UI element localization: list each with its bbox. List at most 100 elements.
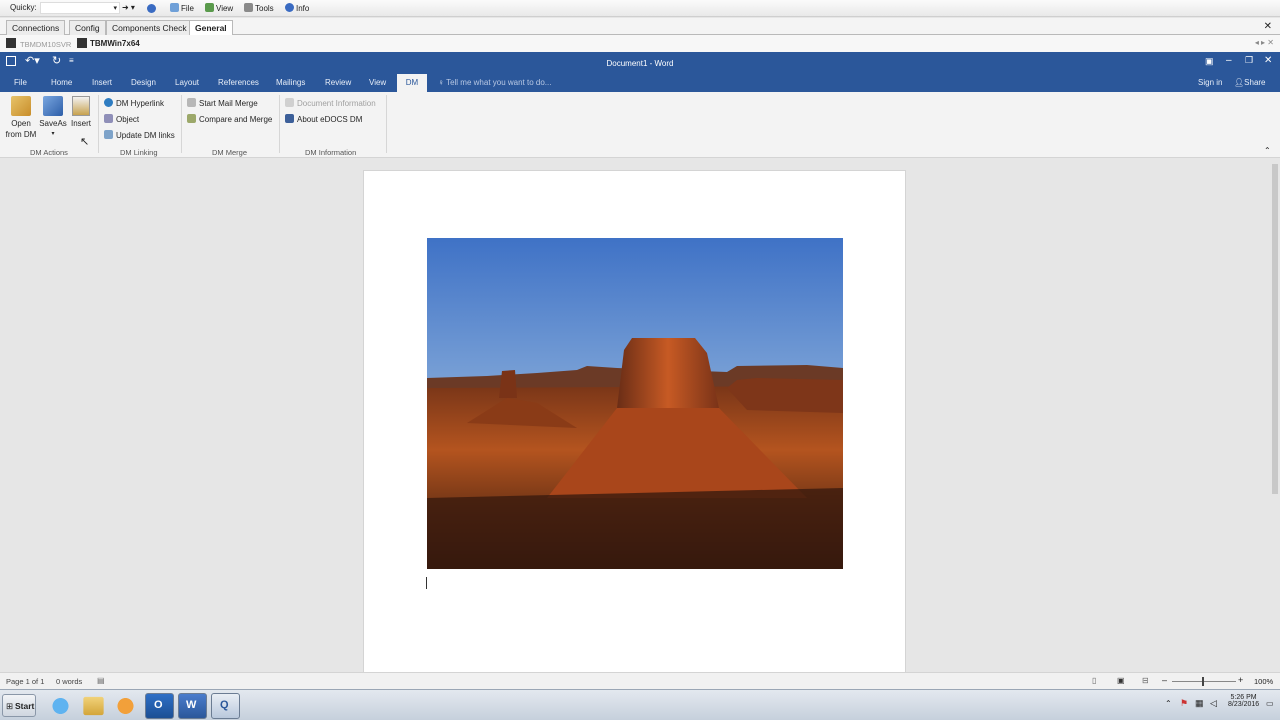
mail-merge-icon xyxy=(187,98,196,107)
about-edocs-dm-button[interactable]: About eDOCS DM xyxy=(285,114,362,124)
tab-general[interactable]: General xyxy=(189,20,233,36)
quicky-taskbar-icon[interactable]: Q xyxy=(211,693,240,719)
ribbon-tab-design[interactable]: Design xyxy=(131,78,156,87)
tab-components-check[interactable]: Components Check xyxy=(106,20,193,35)
session-tbmwin7x64[interactable]: TBMWin7x64 xyxy=(90,39,140,48)
start-mail-merge-button[interactable]: Start Mail Merge xyxy=(187,98,258,108)
tell-me-box[interactable]: ♀ Tell me what you want to do... xyxy=(438,78,551,87)
object-button[interactable]: Object xyxy=(104,114,139,124)
zoom-out-icon[interactable]: – xyxy=(1162,675,1167,685)
separator xyxy=(279,95,280,153)
folder-icon[interactable] xyxy=(83,696,104,716)
ribbon-tab-review[interactable]: Review xyxy=(325,78,351,87)
ribbon-tab-insert[interactable]: Insert xyxy=(92,78,112,87)
session-tbmdm10svr[interactable]: TBMDM10SVR xyxy=(20,40,71,49)
session-row: TBMDM10SVR TBMWin7x64 ◂ ▸ ✕ xyxy=(0,35,1280,52)
ribbon-tab-file[interactable]: File xyxy=(14,78,27,87)
outlook-icon[interactable]: O xyxy=(145,693,174,719)
ribbon-tab-mailings[interactable]: Mailings xyxy=(276,78,305,87)
open-label-2: from DM xyxy=(5,130,37,139)
start-label: Start xyxy=(15,701,35,711)
tools-icon xyxy=(244,3,253,12)
ribbon-tab-view[interactable]: View xyxy=(369,78,386,87)
ribbon-tab-home[interactable]: Home xyxy=(51,78,72,87)
restore-icon[interactable]: ❐ xyxy=(1245,55,1253,66)
clock[interactable]: 5:26 PM 8/23/2016 xyxy=(1228,694,1259,708)
collapse-ribbon-icon[interactable]: ⌃ xyxy=(1264,146,1271,155)
sign-in-link[interactable]: Sign in xyxy=(1198,78,1222,87)
share-button[interactable]: 👤︎Share xyxy=(1234,78,1266,87)
page-count[interactable]: Page 1 of 1 xyxy=(6,677,44,686)
quicky-toolbar: Quicky: ▾ ➜ ▾ File View Tools Info xyxy=(0,0,1280,17)
print-layout-icon[interactable]: ▣ xyxy=(1117,676,1125,685)
dm-hyperlink-button[interactable]: DM Hyperlink xyxy=(104,98,164,108)
zoom-slider[interactable] xyxy=(1172,681,1236,682)
compare-and-merge-button[interactable]: Compare and Merge xyxy=(187,114,272,124)
inserted-image[interactable] xyxy=(427,238,843,569)
update-dm-links-button[interactable]: Update DM links xyxy=(104,130,175,140)
open-label: Open xyxy=(11,119,31,128)
ribbon-display-icon[interactable]: ▣ xyxy=(1205,56,1214,67)
info-menu[interactable]: Info xyxy=(285,3,309,13)
document-information-button[interactable]: Document Information xyxy=(285,98,376,108)
scrollbar-thumb[interactable] xyxy=(1272,164,1278,494)
media-player-icon[interactable] xyxy=(111,693,140,719)
ribbon-tab-dm[interactable]: DM xyxy=(397,74,427,92)
saveas-label: SaveAs xyxy=(39,119,67,128)
action-center-icon[interactable]: ▭ xyxy=(1266,699,1274,708)
group-label-dm-information: DM Information xyxy=(305,148,357,157)
quicky-dropdown[interactable]: ▾ xyxy=(40,2,120,14)
tools-menu-label: Tools xyxy=(255,4,274,13)
close-window-icon[interactable]: ✕ xyxy=(1264,55,1272,66)
lightbulb-icon: ♀ xyxy=(438,78,444,87)
zoom-in-icon[interactable]: + xyxy=(1238,675,1243,685)
read-mode-icon[interactable]: ▯ xyxy=(1092,676,1096,685)
web-layout-icon[interactable]: ⊟ xyxy=(1142,676,1149,685)
tray-flag-icon[interactable]: ⚑ xyxy=(1180,698,1188,709)
saveas-icon xyxy=(43,96,63,116)
vertical-scrollbar[interactable] xyxy=(1270,160,1280,672)
hyperlink-icon xyxy=(104,98,113,107)
separator xyxy=(181,95,182,153)
tab-connections[interactable]: Connections xyxy=(6,20,66,35)
mouse-cursor-icon: ↖ xyxy=(80,136,90,148)
tools-menu[interactable]: Tools xyxy=(244,3,274,13)
update-dm-links-label: Update DM links xyxy=(116,131,175,140)
proofing-icon[interactable]: ▤ xyxy=(97,676,105,685)
about-icon xyxy=(285,114,294,123)
session-nav-icon[interactable]: ◂ ▸ ✕ xyxy=(1255,38,1274,47)
ribbon-tab-layout[interactable]: Layout xyxy=(175,78,199,87)
info-menu-label: Info xyxy=(296,4,310,13)
document-information-label: Document Information xyxy=(297,99,376,108)
clock-time: 5:26 PM xyxy=(1230,694,1257,701)
start-button[interactable]: ⊞ Start xyxy=(2,694,36,717)
quicky-label: Quicky: xyxy=(10,3,37,12)
tab-config[interactable]: Config xyxy=(69,20,106,35)
network-icon[interactable]: ▦ xyxy=(1195,698,1204,709)
forward-arrow-icon[interactable]: ➜ ▾ xyxy=(122,3,135,12)
show-hidden-icons-icon[interactable]: ⌃ xyxy=(1165,699,1172,708)
insert-icon xyxy=(72,96,90,116)
minimize-icon[interactable]: – xyxy=(1226,55,1232,66)
view-menu[interactable]: View xyxy=(205,3,233,13)
volume-icon[interactable]: ◁ xyxy=(1210,698,1217,709)
insert-button[interactable]: Insert xyxy=(68,96,94,129)
saveas-button[interactable]: SaveAs ▾ xyxy=(38,96,68,140)
about-edocs-dm-label: About eDOCS DM xyxy=(297,115,363,124)
internet-explorer-icon[interactable] xyxy=(46,693,75,719)
group-label-dm-linking: DM Linking xyxy=(120,148,158,157)
word-taskbar-icon[interactable]: W xyxy=(178,693,207,719)
globe-icon[interactable] xyxy=(147,4,156,13)
zoom-level[interactable]: 100% xyxy=(1254,677,1273,686)
word-title-bar: ↶▾ ↻ ≡ Document1 - Word ▣ – ❐ ✕ xyxy=(0,52,1280,74)
word-count[interactable]: 0 words xyxy=(56,677,82,686)
compare-and-merge-label: Compare and Merge xyxy=(199,115,273,124)
file-menu-label: File xyxy=(181,4,194,13)
open-from-dm-button[interactable]: Open from DM xyxy=(4,96,38,140)
session-icon xyxy=(77,38,87,48)
ribbon-tabs: File Home Insert Design Layout Reference… xyxy=(0,74,1280,92)
zoom-slider-thumb[interactable] xyxy=(1202,677,1204,686)
file-menu[interactable]: File xyxy=(170,3,194,13)
ribbon-tab-references[interactable]: References xyxy=(218,78,259,87)
close-icon[interactable]: ✕ xyxy=(1264,21,1272,32)
